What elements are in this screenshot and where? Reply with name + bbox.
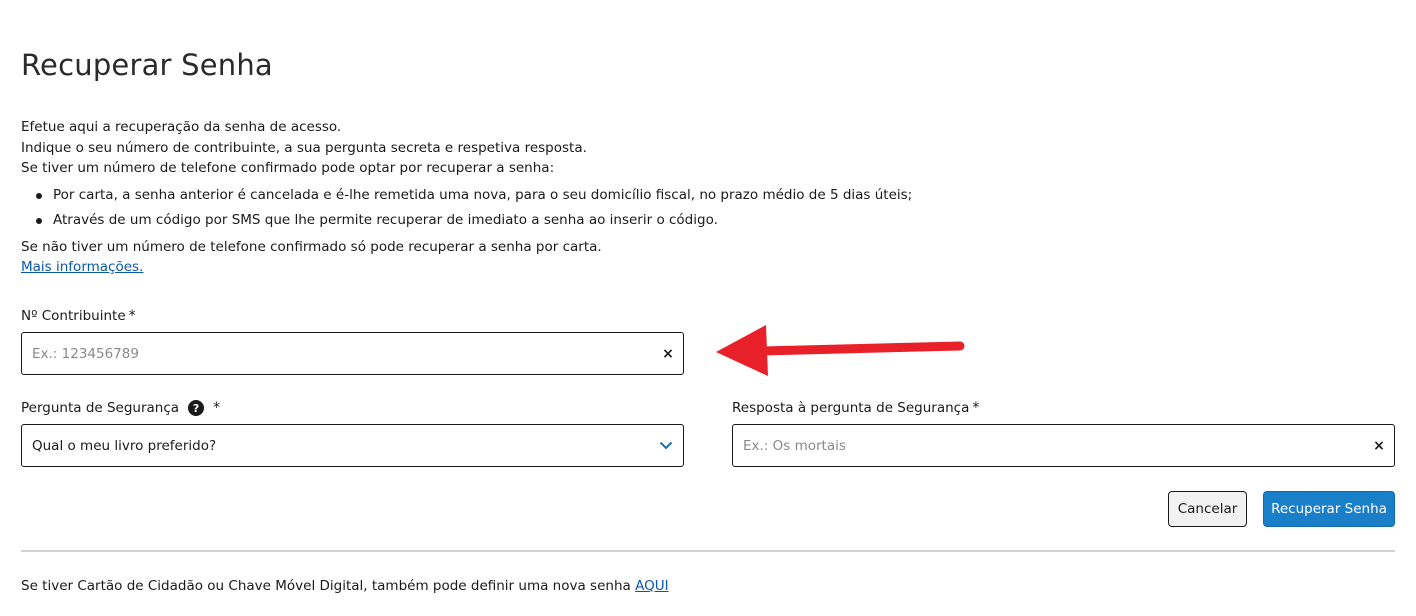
required-mark: *: [972, 400, 980, 416]
close-icon[interactable]: ×: [1364, 438, 1394, 454]
answer-input[interactable]: [733, 425, 1364, 466]
required-mark: *: [213, 400, 221, 416]
intro-line-2: Indique o seu número de contribuinte, a …: [21, 139, 587, 156]
nif-input[interactable]: [22, 333, 653, 374]
nif-field: ×: [21, 332, 684, 375]
list-item: Por carta, a senha anterior é cancelada …: [36, 185, 1401, 206]
security-question-select[interactable]: Qual o meu livro preferido?: [21, 424, 684, 467]
cancel-button[interactable]: Cancelar: [1168, 491, 1247, 527]
divider: [21, 550, 1395, 552]
required-mark: *: [128, 308, 136, 324]
chevron-down-icon: [649, 441, 683, 450]
nif-label: Nº Contribuinte *: [21, 308, 136, 324]
footer-text: Se tiver Cartão de Cidadão ou Chave Móve…: [21, 578, 631, 594]
intro-section: Efetue aqui a recuperação da senha de ac…: [21, 117, 1401, 278]
recovery-options-list: Por carta, a senha anterior é cancelada …: [21, 185, 1401, 231]
answer-label: Resposta à pergunta de Segurança *: [732, 400, 979, 416]
recover-password-button[interactable]: Recuperar Senha: [1263, 491, 1395, 527]
password-recovery-page: Recuperar Senha Efetue aqui a recuperaçã…: [0, 0, 1416, 616]
intro-line-4: Se não tiver um número de telefone confi…: [21, 238, 602, 255]
annotation-arrow-icon: [716, 325, 965, 376]
more-info-link[interactable]: Mais informações.: [21, 259, 143, 275]
intro-line-1: Efetue aqui a recuperação da senha de ac…: [21, 119, 342, 135]
footer-here-link[interactable]: AQUI: [635, 578, 669, 594]
question-label-text: Pergunta de Segurança: [21, 400, 180, 416]
nif-label-text: Nº Contribuinte: [21, 308, 126, 324]
question-label: Pergunta de Segurança ? *: [21, 400, 220, 416]
answer-label-text: Resposta à pergunta de Segurança: [732, 400, 970, 416]
page-title: Recuperar Senha: [21, 48, 273, 82]
selected-question: Qual o meu livro preferido?: [32, 437, 217, 454]
help-icon[interactable]: ?: [188, 400, 205, 416]
answer-field: ×: [732, 424, 1395, 467]
intro-line-3: Se tiver um número de telefone confirmad…: [21, 160, 555, 176]
footer-note: Se tiver Cartão de Cidadão ou Chave Móve…: [21, 578, 669, 594]
list-item: Através de um código por SMS que lhe per…: [36, 210, 1401, 231]
close-icon[interactable]: ×: [653, 346, 683, 362]
